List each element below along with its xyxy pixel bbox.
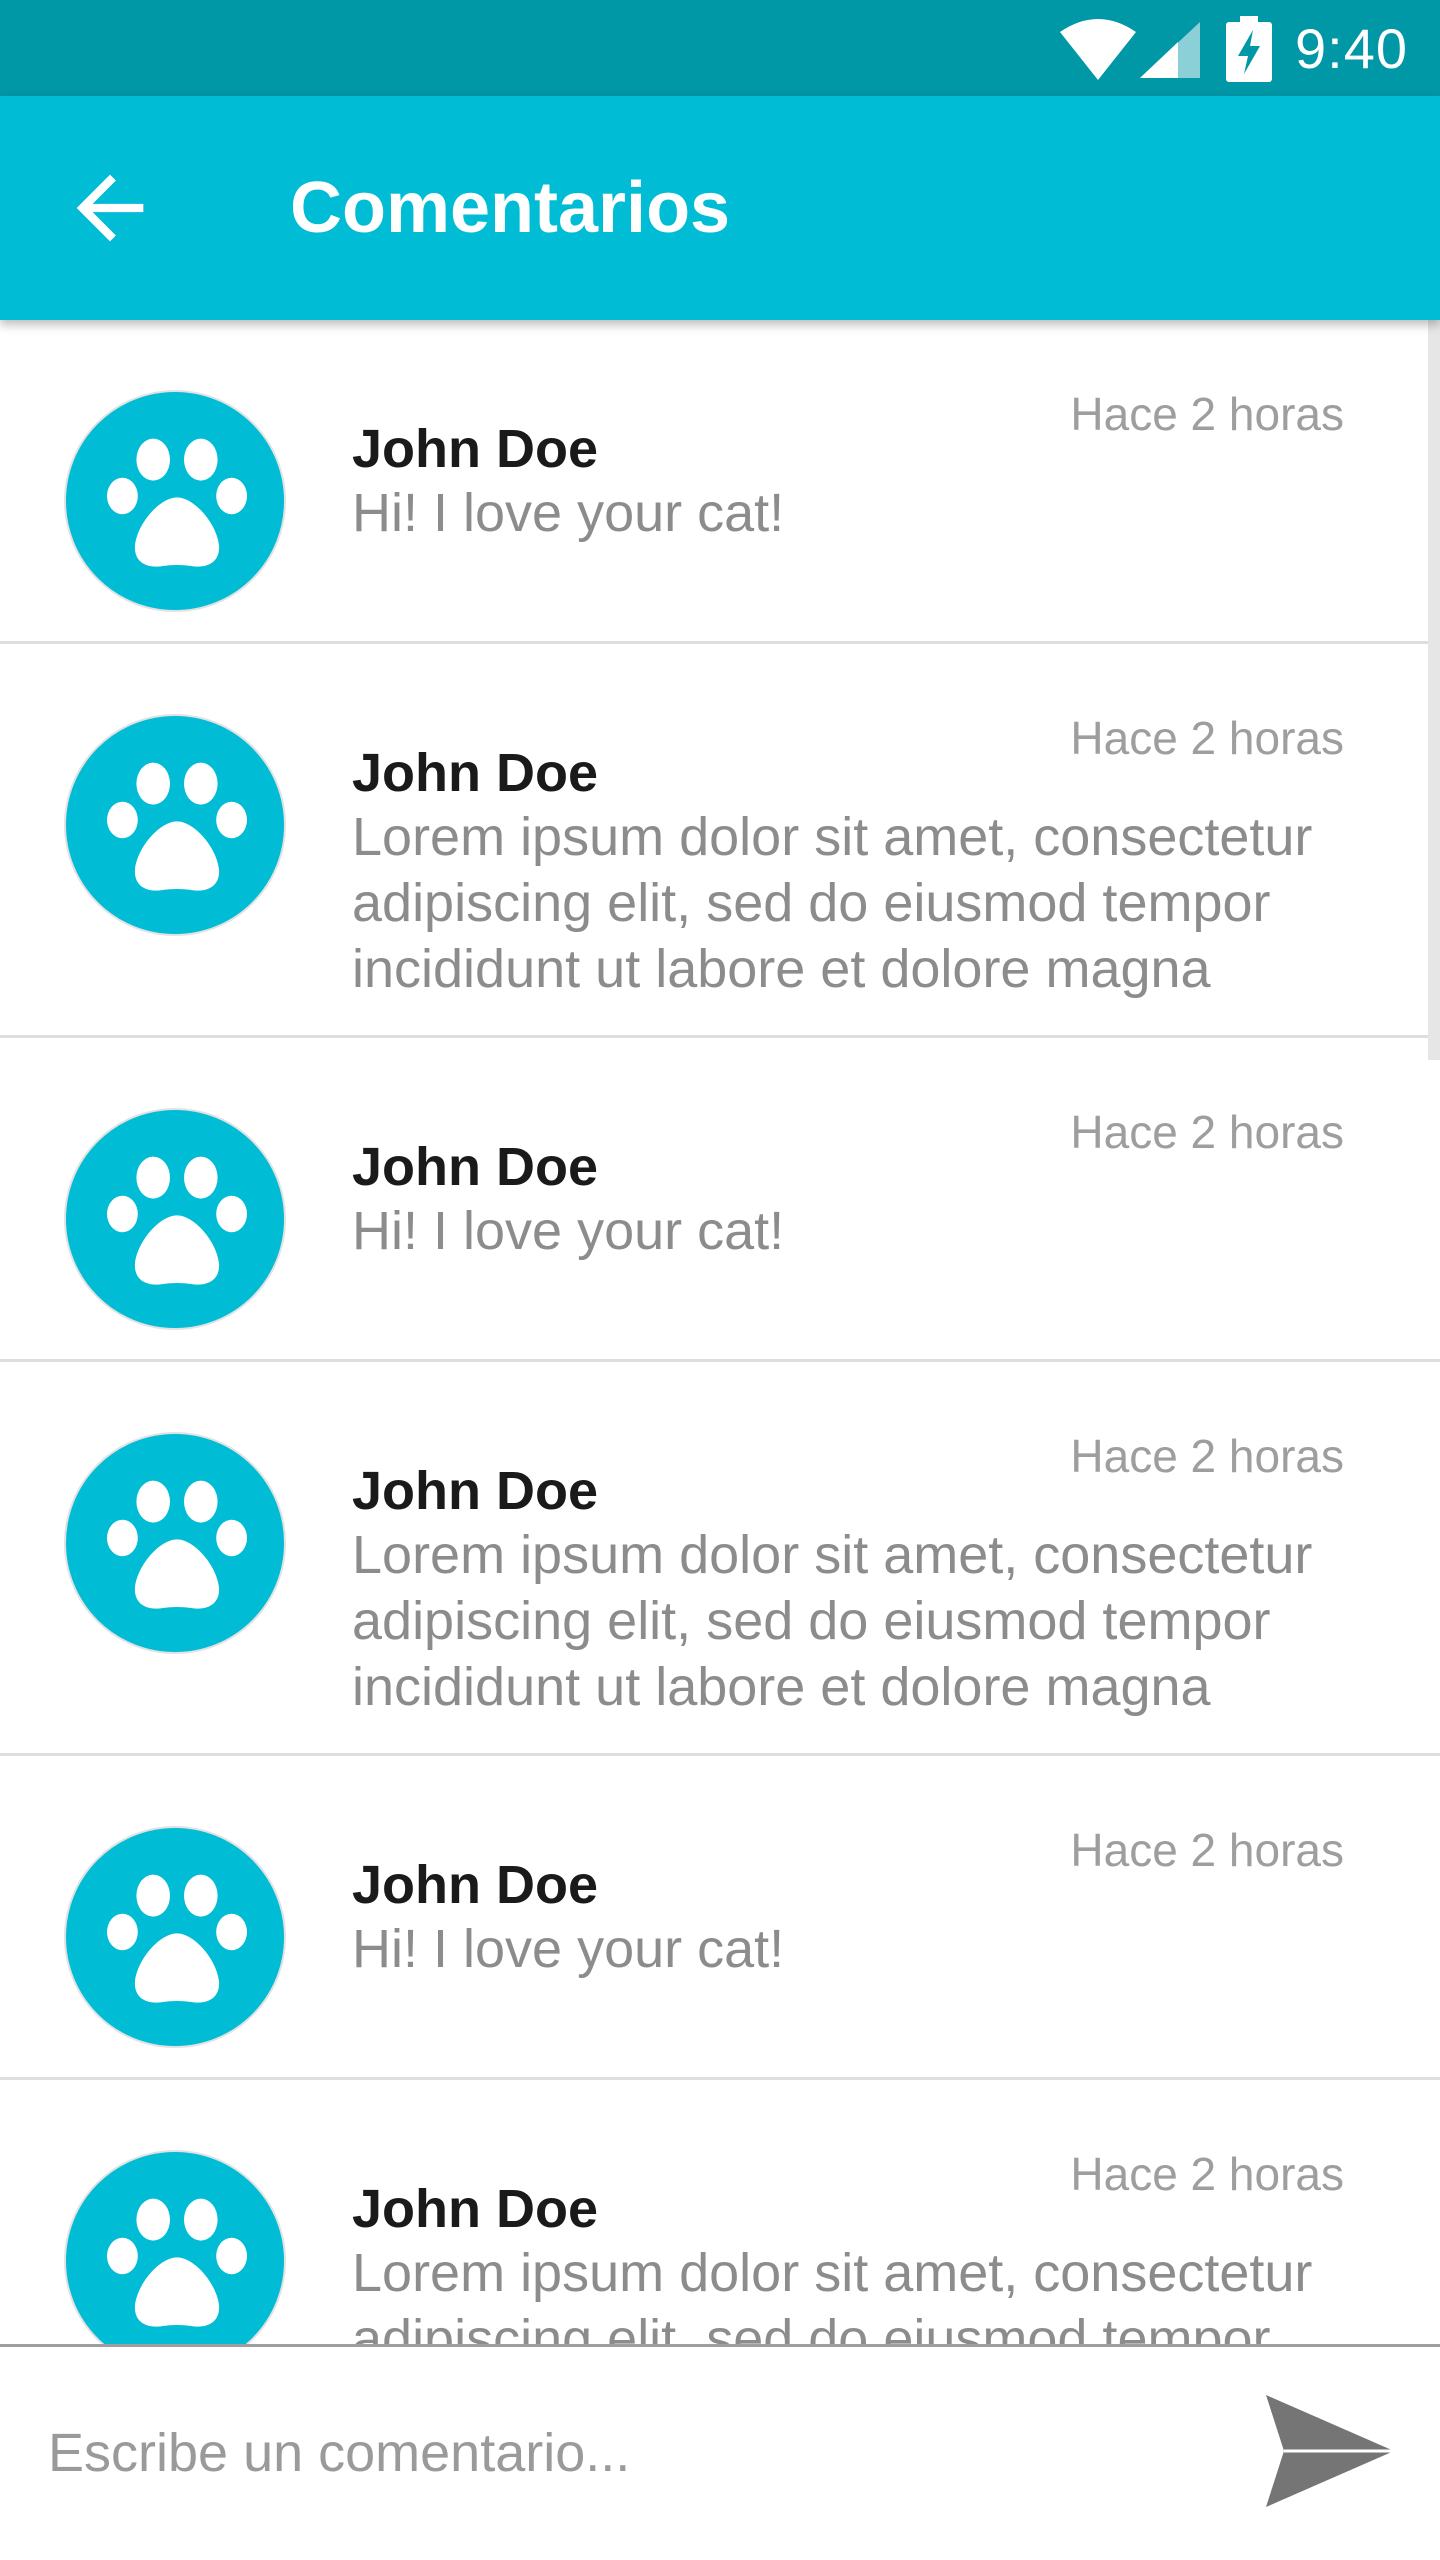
comments-screen: 9:40 Comentarios John Doe Hace 2 horas H… bbox=[0, 0, 1440, 2560]
cell-signal-icon bbox=[1140, 22, 1200, 78]
comment-text: Hi! I love your cat! bbox=[352, 1919, 785, 1979]
paw-icon bbox=[107, 438, 247, 567]
comment-item[interactable]: John Doe Hace 2 horas Lorem ipsum dolor … bbox=[0, 2080, 1440, 2344]
battery-charging-icon bbox=[1226, 16, 1272, 82]
comment-text: Lorem ipsum dolor sit amet, consectetur … bbox=[352, 807, 1313, 999]
arrow-back-icon bbox=[76, 174, 144, 242]
comment-text: Hi! I love your cat! bbox=[352, 483, 785, 543]
comment-input[interactable] bbox=[48, 2403, 1198, 2503]
comment-list[interactable]: John Doe Hace 2 horas Hi! I love your ca… bbox=[0, 320, 1440, 2344]
comment-item[interactable]: John Doe Hace 2 horas Hi! I love your ca… bbox=[0, 320, 1440, 644]
wifi-icon bbox=[1060, 19, 1136, 80]
paw-icon bbox=[107, 1874, 247, 2003]
paw-icon bbox=[107, 762, 247, 891]
status-time: 9:40 bbox=[1295, 17, 1408, 80]
comment-time: Hace 2 horas bbox=[1070, 1430, 1344, 1482]
avatar[interactable] bbox=[64, 2150, 286, 2344]
comment-item[interactable]: John Doe Hace 2 horas Hi! I love your ca… bbox=[0, 1038, 1440, 1362]
paw-icon bbox=[107, 2198, 247, 2327]
avatar[interactable] bbox=[64, 390, 286, 612]
avatar[interactable] bbox=[64, 714, 286, 936]
comment-time: Hace 2 horas bbox=[1070, 1824, 1344, 1876]
comment-author: John Doe bbox=[352, 1137, 599, 1197]
comment-time: Hace 2 horas bbox=[1070, 2148, 1344, 2200]
app-bar: Comentarios bbox=[0, 96, 1440, 320]
avatar[interactable] bbox=[64, 1108, 286, 1330]
scrollbar[interactable] bbox=[1428, 320, 1440, 1060]
back-button[interactable] bbox=[60, 158, 160, 258]
comment-time: Hace 2 horas bbox=[1070, 712, 1344, 764]
send-icon bbox=[1266, 2395, 1394, 2507]
comment-text: Hi! I love your cat! bbox=[352, 1201, 785, 1261]
status-bar: 9:40 bbox=[0, 0, 1440, 96]
comment-item[interactable]: John Doe Hace 2 horas Lorem ipsum dolor … bbox=[0, 1362, 1440, 1756]
avatar[interactable] bbox=[64, 1826, 286, 2048]
send-button[interactable] bbox=[1262, 2391, 1398, 2511]
comment-text: Lorem ipsum dolor sit amet, consectetur … bbox=[352, 2243, 1313, 2344]
comment-item[interactable]: John Doe Hace 2 horas Lorem ipsum dolor … bbox=[0, 644, 1440, 1038]
comment-author: John Doe bbox=[352, 743, 599, 803]
comment-time: Hace 2 horas bbox=[1070, 388, 1344, 440]
comment-author: John Doe bbox=[352, 419, 599, 479]
page-title: Comentarios bbox=[290, 168, 731, 248]
comment-author: John Doe bbox=[352, 2179, 599, 2239]
avatar[interactable] bbox=[64, 1432, 286, 1654]
comment-time: Hace 2 horas bbox=[1070, 1106, 1344, 1158]
paw-icon bbox=[107, 1156, 247, 1285]
comment-text: Lorem ipsum dolor sit amet, consectetur … bbox=[352, 1525, 1313, 1717]
comment-author: John Doe bbox=[352, 1461, 599, 1521]
paw-icon bbox=[107, 1480, 247, 1609]
comment-item[interactable]: John Doe Hace 2 horas Hi! I love your ca… bbox=[0, 1756, 1440, 2080]
comment-input-bar bbox=[0, 2344, 1440, 2560]
comment-author: John Doe bbox=[352, 1855, 599, 1915]
